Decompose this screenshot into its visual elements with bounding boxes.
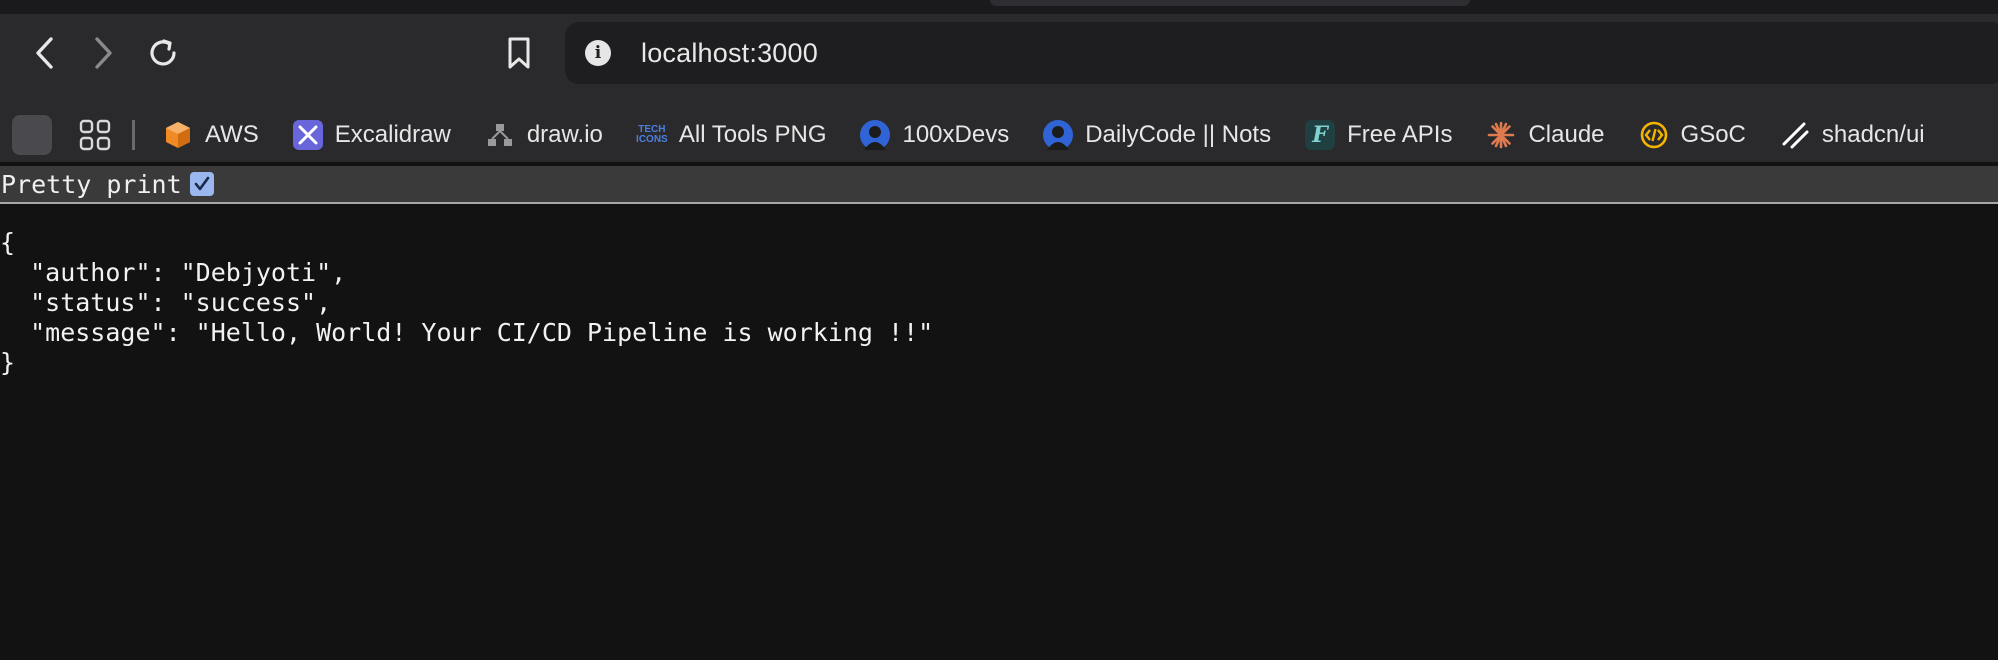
bookmark-aws[interactable]: AWS bbox=[163, 115, 259, 155]
bookmark-label: Claude bbox=[1528, 121, 1605, 148]
reload-icon bbox=[150, 39, 176, 66]
bookmark-gsoc[interactable]: GSoC bbox=[1639, 115, 1746, 155]
avatar-icon bbox=[860, 120, 891, 150]
json-response: { "author": "Debjyoti", "status": "succe… bbox=[0, 228, 933, 378]
back-arrow-icon bbox=[36, 37, 53, 69]
drawio-icon bbox=[485, 120, 515, 150]
bookmark-label: Excalidraw bbox=[334, 121, 451, 148]
browser-toolbar: i localhost:3000 bbox=[0, 14, 1998, 108]
forward-button[interactable] bbox=[84, 33, 124, 73]
bookmark-label: Free APIs bbox=[1347, 121, 1453, 148]
bookmark-label: DailyCode || Nots bbox=[1085, 121, 1272, 148]
gsoc-code-icon bbox=[1639, 120, 1669, 150]
back-button[interactable] bbox=[24, 33, 64, 73]
json-line-status: "status": "success", bbox=[0, 288, 332, 317]
bookmark-label: shadcn/ui bbox=[1821, 121, 1925, 148]
bookmark-claude[interactable]: Claude bbox=[1486, 115, 1605, 155]
avatar-icon bbox=[1043, 120, 1074, 150]
pretty-print-checkbox[interactable] bbox=[189, 172, 214, 196]
pretty-print-bar: Pretty print bbox=[0, 166, 1998, 204]
bookmark-shadcn[interactable]: shadcn/ui bbox=[1780, 115, 1925, 155]
tab-edge[interactable] bbox=[990, 0, 1470, 6]
reload-button[interactable] bbox=[143, 33, 183, 73]
claude-sparkle-icon bbox=[1486, 120, 1516, 150]
excalidraw-icon bbox=[292, 120, 323, 150]
window-top-strip bbox=[0, 0, 1998, 14]
apps-grid-button[interactable] bbox=[78, 118, 112, 152]
bookmarks-bar: AWS Excalidraw draw.io TECH ICONS All Too… bbox=[0, 108, 1998, 162]
info-icon[interactable]: i bbox=[585, 40, 611, 66]
shadcn-icon bbox=[1780, 120, 1810, 150]
forward-arrow-icon bbox=[95, 37, 112, 69]
bookmark-label: GSoC bbox=[1680, 121, 1746, 148]
address-bar[interactable]: i localhost:3000 bbox=[565, 22, 1998, 84]
json-open-brace: { bbox=[0, 228, 16, 257]
bookmark-free-apis[interactable]: F Free APIs bbox=[1305, 115, 1452, 155]
aws-cube-icon bbox=[163, 120, 193, 150]
bookmark-label: AWS bbox=[205, 121, 259, 148]
json-line-message: "message": "Hello, World! Your CI/CD Pip… bbox=[0, 318, 934, 347]
apps-grid-icon bbox=[79, 119, 111, 151]
bookmark-label: All Tools PNG bbox=[678, 121, 827, 148]
bookmark-button[interactable] bbox=[499, 33, 539, 73]
bookmark-label: 100xDevs bbox=[902, 121, 1010, 148]
bookmark-drawio[interactable]: draw.io bbox=[485, 115, 603, 155]
bookmark-all-tools-png[interactable]: TECH ICONS All Tools PNG bbox=[636, 115, 827, 155]
json-line-author: "author": "Debjyoti", bbox=[0, 258, 347, 287]
tab-group-button[interactable] bbox=[12, 115, 52, 155]
bookmark-label: draw.io bbox=[526, 121, 603, 148]
bookmark-100xdevs[interactable]: 100xDevs bbox=[860, 115, 1009, 155]
free-apis-icon: F bbox=[1305, 120, 1336, 150]
bookmark-icon bbox=[508, 37, 530, 69]
address-bar-url[interactable]: localhost:3000 bbox=[641, 38, 818, 69]
json-close-brace: } bbox=[0, 348, 16, 377]
bookmark-excalidraw[interactable]: Excalidraw bbox=[292, 115, 451, 155]
tech-icons-icon: TECH ICONS bbox=[636, 124, 668, 145]
bookmark-dailycode[interactable]: DailyCode || Nots bbox=[1043, 115, 1271, 155]
checkmark-icon bbox=[194, 176, 209, 191]
pretty-print-label: Pretty print bbox=[1, 169, 182, 199]
bookmarks-divider bbox=[132, 120, 135, 150]
